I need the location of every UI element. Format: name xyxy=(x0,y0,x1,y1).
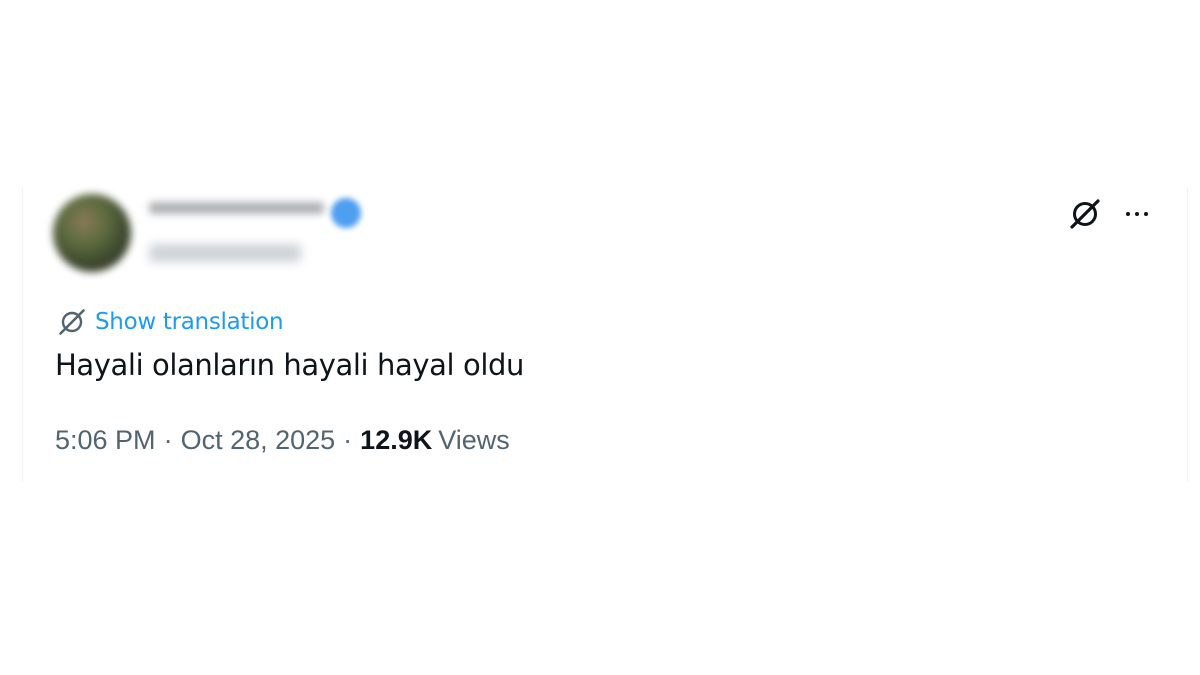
tweet-time[interactable]: 5:06 PM xyxy=(55,425,156,456)
tweet-card: Show translation Hayali olanların hayali… xyxy=(22,188,1188,482)
more-icon xyxy=(1126,212,1148,216)
grok-icon xyxy=(1070,199,1100,229)
verified-badge-icon xyxy=(331,198,361,228)
more-options-button[interactable] xyxy=(1117,194,1157,234)
show-translation-label[interactable]: Show translation xyxy=(95,309,284,335)
show-translation-button[interactable]: Show translation xyxy=(57,306,284,338)
tweet-date[interactable]: Oct 28, 2025 xyxy=(181,425,336,456)
grok-icon xyxy=(59,309,85,335)
views-count: 12.9K xyxy=(360,425,433,455)
grok-button[interactable] xyxy=(1063,192,1107,236)
tweet-text: Hayali olanların hayali hayal oldu xyxy=(55,348,524,382)
separator: · xyxy=(343,425,353,455)
avatar[interactable] xyxy=(53,194,131,272)
views-label: Views xyxy=(438,425,510,455)
tweet-meta: 5:06 PM · Oct 28, 2025 · 12.9K Views xyxy=(55,425,510,456)
display-name[interactable] xyxy=(149,202,324,214)
separator: · xyxy=(163,425,173,455)
handle[interactable] xyxy=(149,244,301,262)
